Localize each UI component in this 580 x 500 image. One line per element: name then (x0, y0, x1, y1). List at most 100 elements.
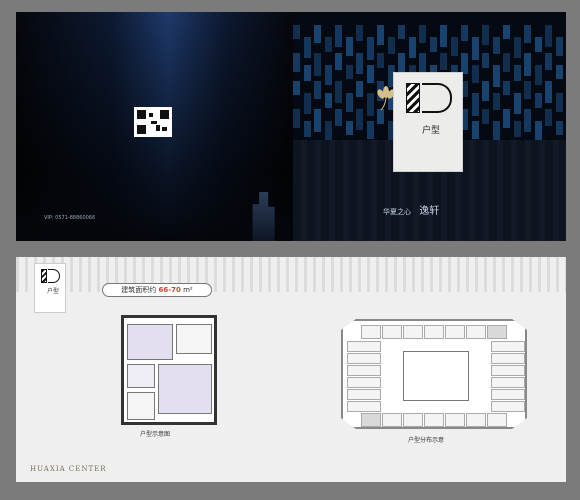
wall-tile (335, 81, 342, 103)
brand-right: 逸轩 (419, 206, 440, 217)
wall-tile (503, 109, 510, 128)
wall-tile (534, 93, 542, 108)
wall-tile (503, 25, 510, 39)
wall-tile (377, 53, 384, 68)
wall-tile (345, 93, 353, 112)
floor-unit (424, 413, 444, 427)
logo-mark-icon (41, 269, 61, 283)
wall-tile (366, 121, 374, 139)
wall-tile (534, 65, 542, 85)
wall-tile (314, 25, 321, 43)
wall-tile (314, 109, 321, 132)
wall-tile (366, 37, 374, 60)
wall-tile (293, 25, 300, 39)
wall-tile (356, 81, 363, 97)
wall-tile (366, 65, 374, 83)
unit-type-tag: 户型 (393, 72, 463, 172)
area-unit: m² (183, 286, 193, 294)
floor-unit (445, 413, 465, 427)
inner-unit-tag: 户型 (34, 263, 66, 313)
cover-front-panel: 户型 华夏之心 逸轩 (293, 12, 566, 241)
wall-tile (324, 37, 332, 52)
wall-tile (461, 53, 468, 74)
wall-tile (419, 25, 426, 43)
wall-tile (534, 37, 542, 52)
brochure-inner-spread: 户型 建筑面积约 66-70 m² 户型示意图 户型分布示意 HUAXIA CE… (16, 257, 566, 482)
wall-tile (461, 25, 468, 41)
floor-unit (382, 413, 402, 427)
balcony (127, 392, 155, 420)
wall-tile (440, 25, 447, 47)
wall-tile (492, 37, 500, 54)
wall-tile (356, 53, 363, 74)
wall-tile (471, 93, 479, 116)
floor-distribution-plan (341, 319, 527, 429)
wall-tile (440, 53, 447, 70)
wall-tile (356, 109, 363, 130)
floor-unit (347, 389, 381, 400)
floor-unit (491, 401, 525, 412)
wall-tile (314, 53, 321, 76)
brand-left: 华夏之心 (383, 208, 411, 216)
floor-unit (466, 413, 486, 427)
wall-tile (398, 25, 405, 39)
floor-unit (491, 341, 525, 352)
bedroom (127, 324, 173, 360)
floor-unit (491, 377, 525, 388)
wall-tile (471, 65, 479, 83)
wall-tile (398, 53, 405, 72)
wall-tile (524, 81, 531, 99)
wall-tile (293, 81, 300, 95)
wall-tile (303, 121, 311, 137)
wall-tile (429, 37, 437, 52)
floor-unit (424, 325, 444, 339)
wall-tile (303, 93, 311, 114)
floor-unit (491, 353, 525, 364)
floor-unit (347, 401, 381, 412)
wall-tile (482, 81, 489, 101)
floor-unit (347, 377, 381, 388)
area-prefix: 建筑面积约 (121, 286, 157, 294)
wall-tile (345, 121, 353, 135)
floor-unit (491, 365, 525, 376)
brand-logos: 华夏之心 逸轩 (383, 202, 439, 217)
building-core (403, 351, 469, 401)
wall-tile (503, 81, 510, 95)
wall-tile (524, 53, 531, 76)
wall-tile (450, 37, 458, 56)
unit-plan-caption: 户型示意图 (140, 431, 171, 438)
floor-unit (361, 325, 381, 339)
wall-tile (471, 121, 479, 139)
wall-tile (503, 53, 510, 72)
floor-unit (347, 341, 381, 352)
wall-tile (524, 109, 531, 132)
wall-tile (482, 109, 489, 124)
wall-tile (324, 121, 332, 141)
floor-unit (347, 353, 381, 364)
floor-unit (382, 325, 402, 339)
wall-tile (534, 121, 542, 141)
wall-tile (387, 37, 395, 54)
wall-tile (324, 93, 332, 108)
floor-unit (487, 413, 507, 427)
wall-tile (513, 121, 521, 137)
unit-floor-plan (121, 315, 217, 425)
wall-tile (345, 65, 353, 79)
wall-tile (482, 25, 489, 45)
footer-logo: HUAXIA CENTER (30, 465, 107, 473)
wall-tile (377, 25, 384, 45)
wall-tile (555, 93, 563, 112)
wall-tile (513, 93, 521, 114)
wall-tile (324, 65, 332, 85)
wall-tile (513, 65, 521, 81)
wall-tile (408, 37, 416, 58)
floor-unit (347, 365, 381, 376)
floor-unit (491, 389, 525, 400)
wall-tile (293, 109, 300, 128)
wall-tile (482, 53, 489, 68)
wall-tile (293, 53, 300, 72)
brochure-cover-spread: VIP: 0571-88860066 户型 华夏之心 逸轩 (16, 12, 566, 241)
wall-tile (303, 37, 311, 58)
inner-tag-word: 户型 (47, 288, 60, 295)
wall-tile (303, 65, 311, 81)
